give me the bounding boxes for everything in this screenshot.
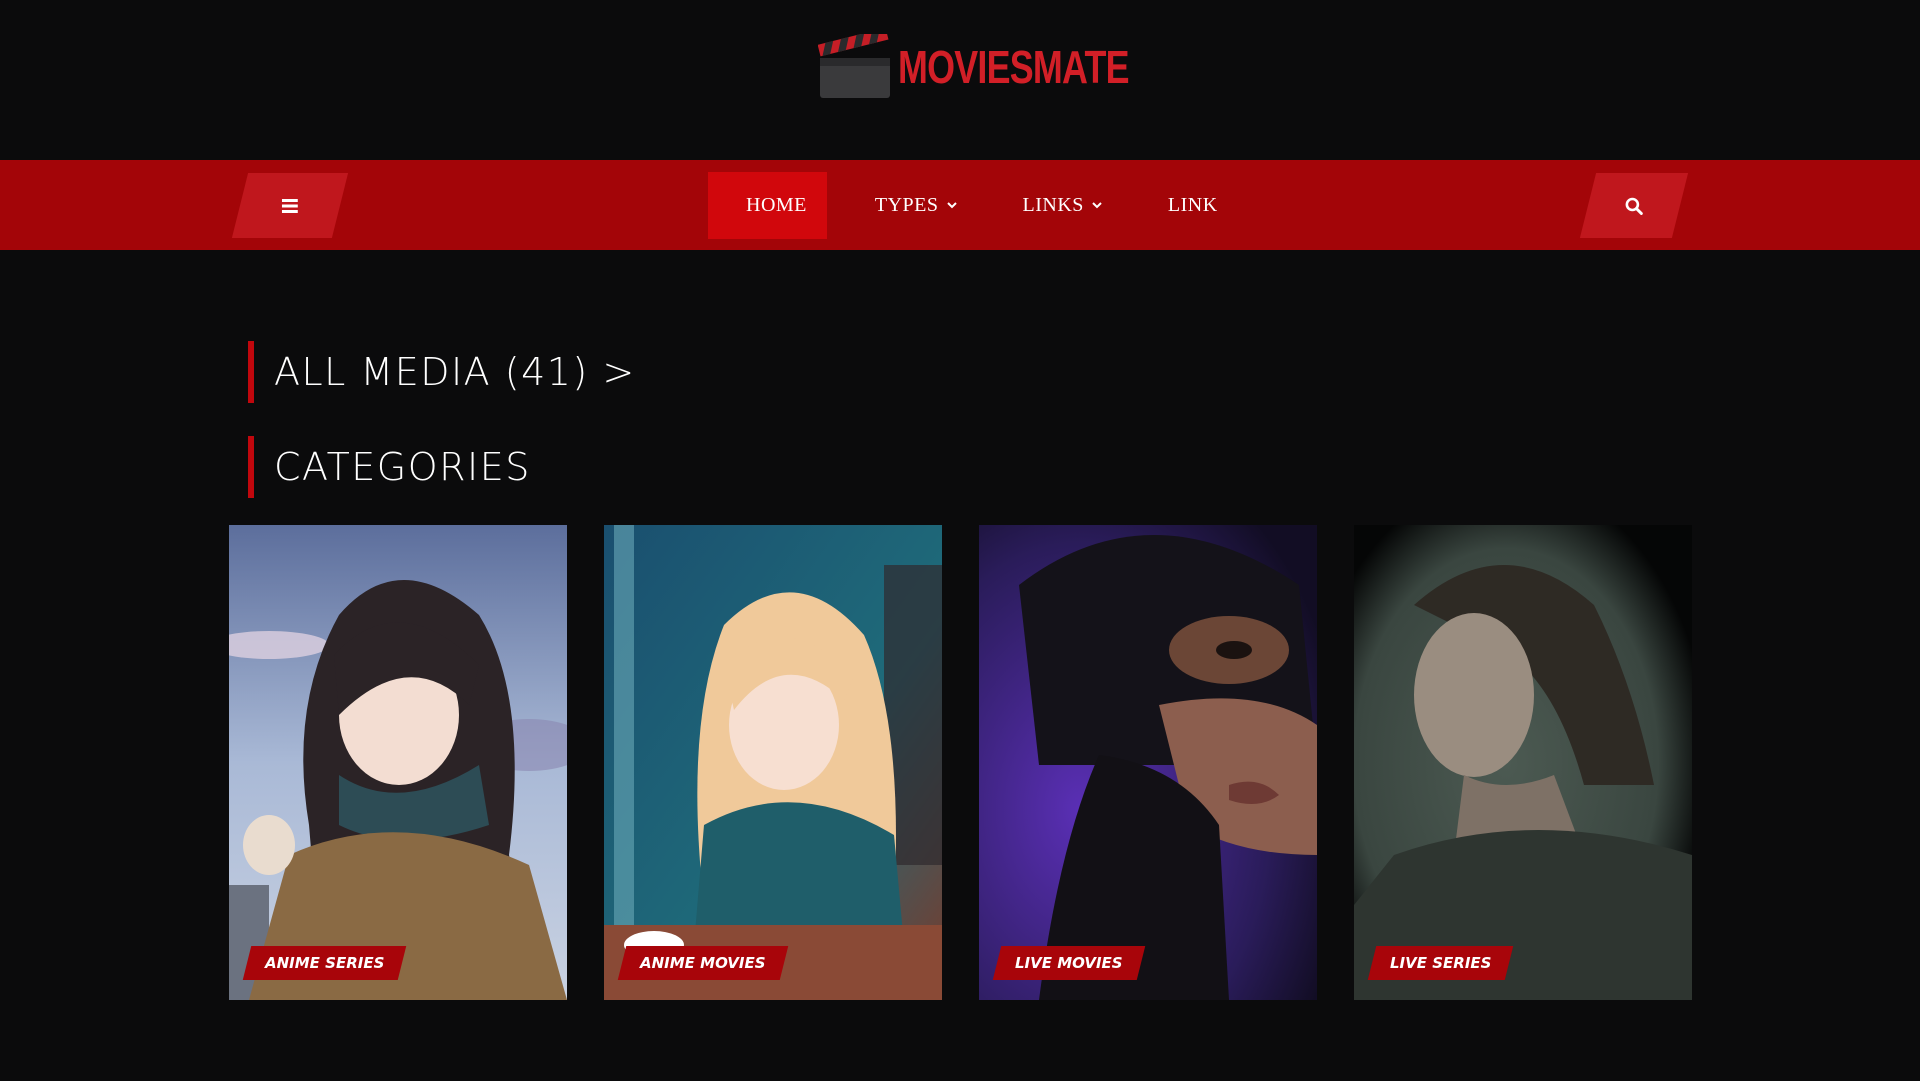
hamburger-icon (282, 198, 298, 213)
clapperboard-icon (818, 34, 892, 100)
categories-title: CATEGORIES (274, 445, 531, 489)
category-card-anime-series[interactable]: ANIME SERIES (229, 525, 567, 1000)
category-label: LIVE SERIES (1367, 946, 1514, 980)
live-movies-artwork (979, 525, 1317, 1000)
anime-series-artwork (229, 525, 567, 1000)
category-card-live-series[interactable]: LIVE SERIES (1354, 525, 1692, 1000)
nav-item-label: TYPES (874, 194, 939, 216)
nav-item-types[interactable]: TYPES (855, 172, 995, 239)
nav-item-label: LINKS (1022, 194, 1084, 216)
live-series-artwork (1354, 525, 1692, 1000)
category-label: ANIME MOVIES (617, 946, 788, 980)
anime-movies-artwork (604, 525, 942, 1000)
nav-item-home[interactable]: HOME (708, 172, 827, 239)
chevron-down-icon (946, 202, 957, 209)
all-media-title: ALL MEDIA (41) > (274, 350, 636, 394)
search-icon (1625, 197, 1643, 215)
category-card-anime-movies[interactable]: ANIME MOVIES (604, 525, 942, 1000)
nav-item-label: HOME (746, 194, 807, 216)
category-card-live-movies[interactable]: LIVE MOVIES (979, 525, 1317, 1000)
search-button[interactable] (1579, 173, 1689, 238)
menu-toggle-button[interactable] (231, 173, 349, 238)
categories-heading: CATEGORIES (248, 436, 531, 498)
site-logo[interactable]: MOVIESMATE (818, 32, 1194, 102)
category-label: ANIME SERIES (242, 946, 407, 980)
site-header: MOVIESMATE (0, 0, 1920, 160)
all-media-link[interactable]: ALL MEDIA (41) > (248, 341, 636, 403)
nav-item-links[interactable]: LINKS (995, 172, 1140, 239)
brand-name: MOVIESMATE (898, 41, 1130, 93)
main-navbar: HOME TYPES LINKS LINK (0, 160, 1920, 250)
chevron-down-icon (1092, 202, 1102, 209)
category-label: LIVE MOVIES (992, 946, 1145, 980)
nav-menu: HOME TYPES LINKS LINK (708, 172, 1238, 239)
nav-item-label: LINK (1167, 194, 1218, 216)
nav-item-link[interactable]: LINK (1140, 172, 1238, 239)
